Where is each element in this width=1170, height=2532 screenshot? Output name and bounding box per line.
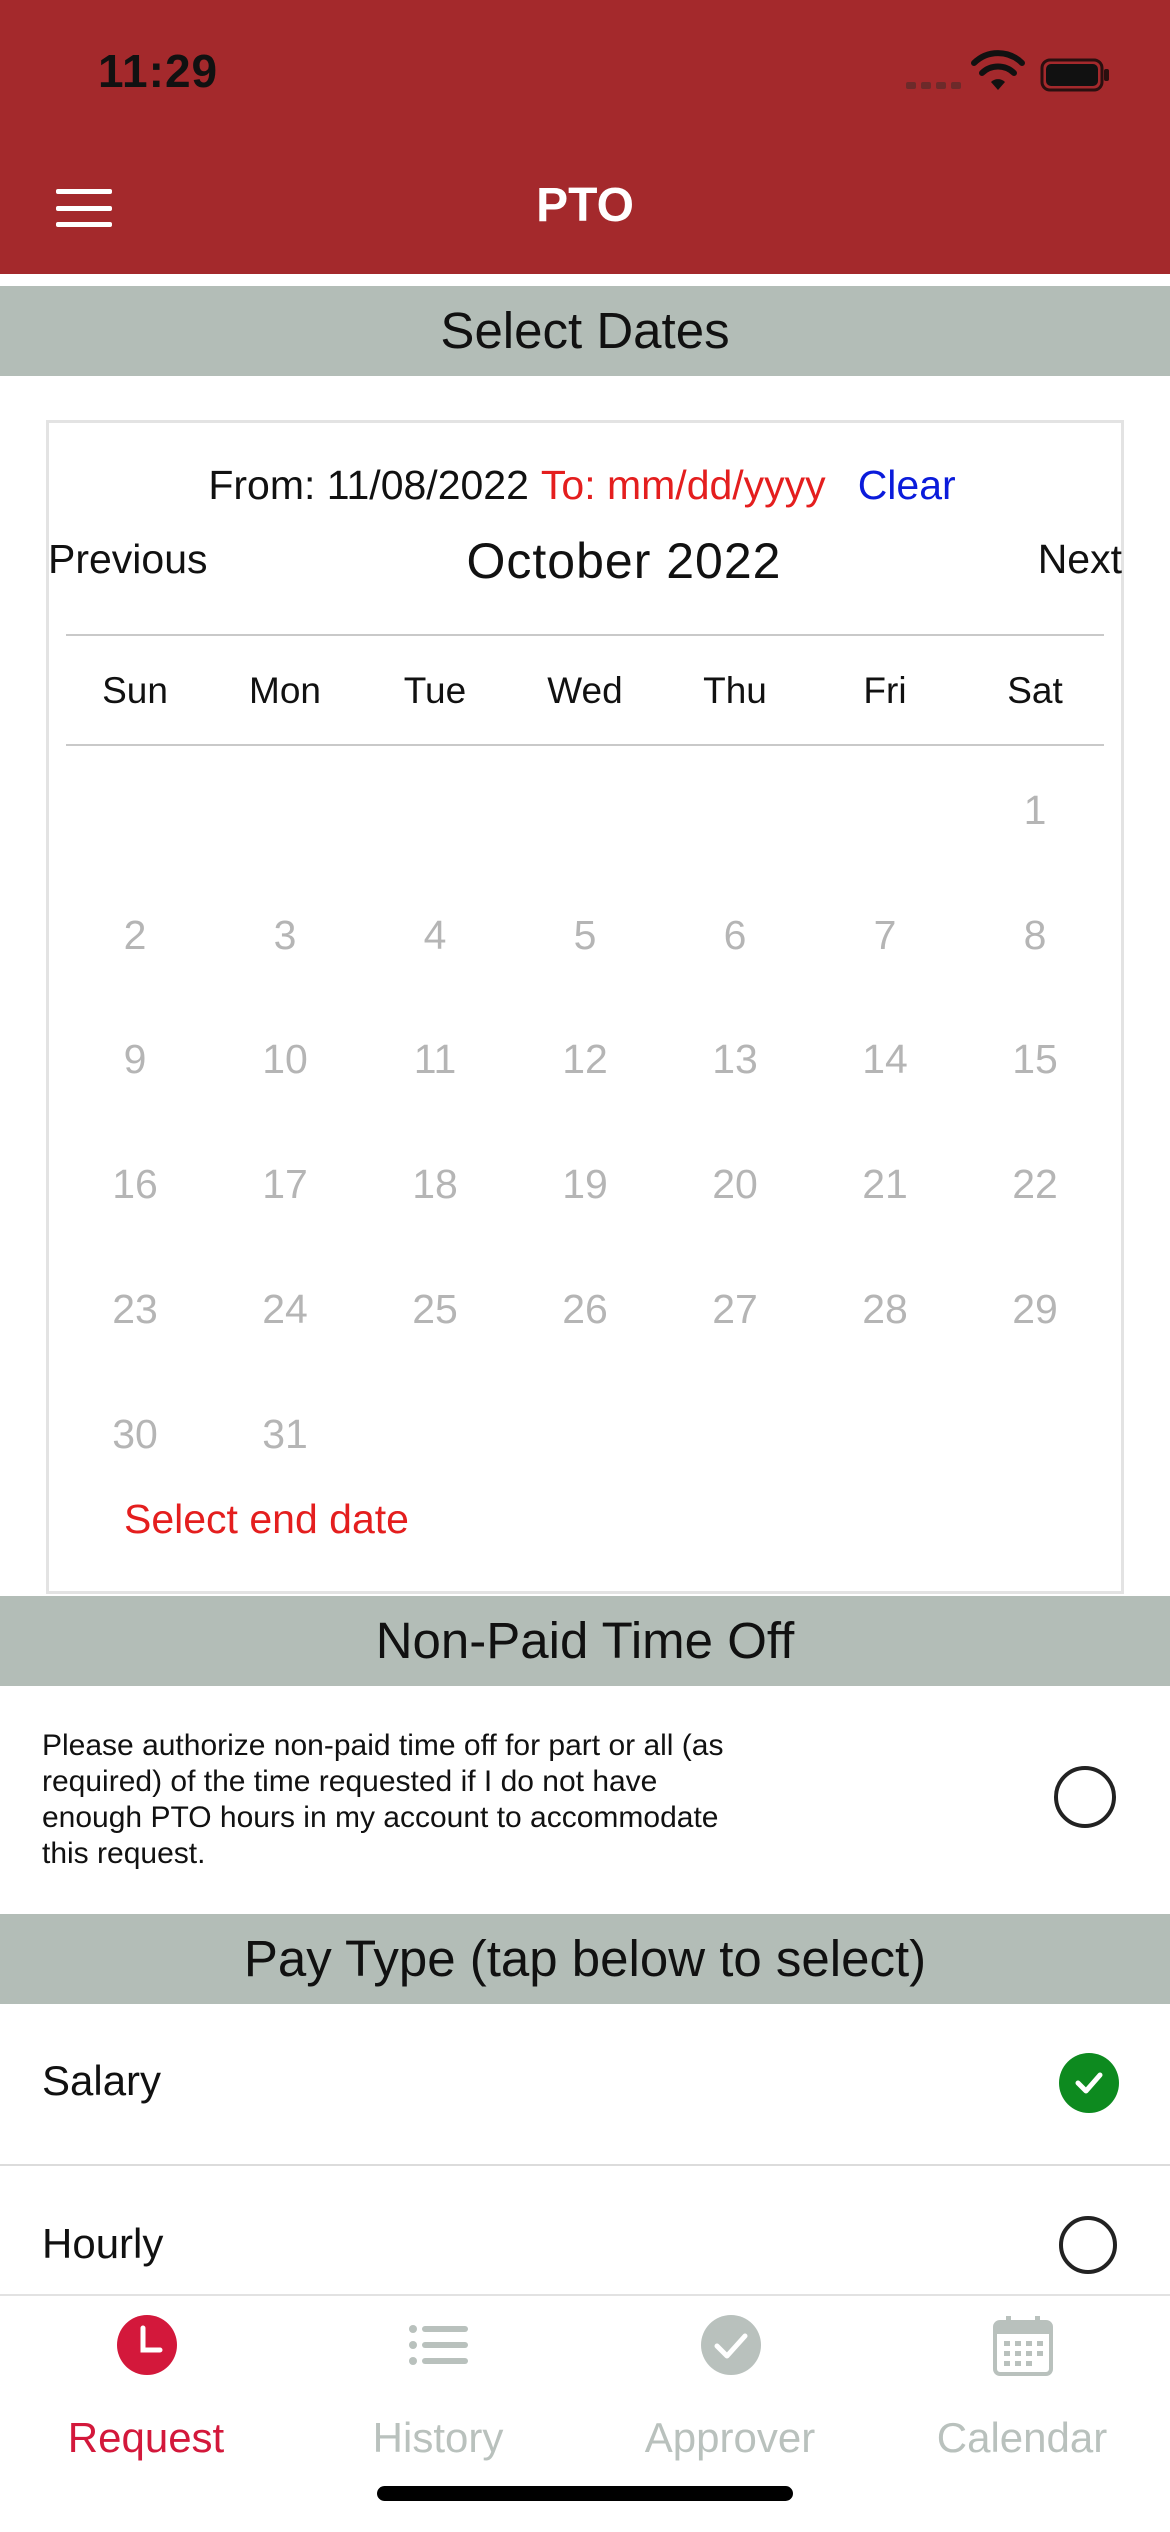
day-cell[interactable]: 16 bbox=[60, 1156, 210, 1212]
page-title: PTO bbox=[536, 179, 634, 232]
day-cell[interactable]: 15 bbox=[960, 1031, 1110, 1087]
weekday-label: Thu bbox=[703, 670, 767, 711]
day-cell bbox=[660, 1406, 810, 1462]
day-cell[interactable]: 14 bbox=[810, 1031, 960, 1087]
day-cell bbox=[960, 1406, 1110, 1462]
day-cell[interactable]: 3 bbox=[210, 907, 360, 963]
clear-button[interactable]: Clear bbox=[858, 462, 956, 508]
day-cell bbox=[810, 782, 960, 838]
calendar-week: 30 31 bbox=[60, 1406, 1110, 1462]
non-paid-authorization-text: Please authorize non-paid time off for p… bbox=[42, 1729, 724, 1870]
cellular-signal-icon bbox=[906, 82, 961, 89]
tab-approver[interactable]: Approver bbox=[584, 2296, 876, 2516]
day-cell[interactable]: 25 bbox=[360, 1281, 510, 1337]
tab-history[interactable]: History bbox=[292, 2296, 584, 2516]
day-cell[interactable]: 2 bbox=[60, 907, 210, 963]
select-dates-header: Select Dates bbox=[0, 286, 1170, 376]
clock-icon bbox=[117, 2315, 177, 2375]
tab-label: Calendar bbox=[936, 2414, 1108, 2461]
month-title: October 2022 bbox=[466, 533, 782, 589]
day-cell[interactable]: 11 bbox=[360, 1031, 510, 1087]
weekday-header: Sun Mon Tue Wed Thu Fri Sat bbox=[60, 670, 1110, 712]
day-cell[interactable]: 9 bbox=[60, 1031, 210, 1087]
tab-label: Request bbox=[67, 2414, 225, 2461]
day-cell[interactable]: 1 bbox=[960, 782, 1110, 838]
day-cell[interactable]: 5 bbox=[510, 907, 660, 963]
day-cell[interactable]: 18 bbox=[360, 1156, 510, 1212]
tab-request[interactable]: Request bbox=[0, 2296, 292, 2516]
day-cell[interactable]: 28 bbox=[810, 1281, 960, 1337]
weekday-label: Wed bbox=[547, 670, 623, 711]
day-cell[interactable]: 12 bbox=[510, 1031, 660, 1087]
calendar-week: 9 10 11 12 13 14 15 bbox=[60, 1031, 1110, 1087]
weekday-label: Tue bbox=[403, 670, 467, 711]
wifi-icon bbox=[971, 50, 1025, 90]
hourly-radio[interactable] bbox=[1059, 2216, 1117, 2274]
top-bar: 11:29 PTO bbox=[0, 0, 1170, 274]
day-cell[interactable]: 20 bbox=[660, 1156, 810, 1212]
day-cell[interactable]: 24 bbox=[210, 1281, 360, 1337]
day-cell[interactable]: 10 bbox=[210, 1031, 360, 1087]
day-cell bbox=[510, 782, 660, 838]
day-cell[interactable]: 6 bbox=[660, 907, 810, 963]
weekday-label: Sun bbox=[102, 670, 168, 711]
pay-type-hourly-label[interactable]: Hourly bbox=[42, 2220, 163, 2268]
weekday-label: Sat bbox=[1007, 670, 1063, 711]
tab-label: Approver bbox=[644, 2414, 816, 2461]
day-cell[interactable]: 13 bbox=[660, 1031, 810, 1087]
calendar-week: 16 17 18 19 20 21 22 bbox=[60, 1156, 1110, 1212]
tab-calendar[interactable]: Calendar bbox=[876, 2296, 1168, 2516]
to-date: To: mm/dd/yyyy bbox=[540, 462, 826, 508]
checkmark-circle-icon bbox=[701, 2315, 761, 2375]
calendar-icon bbox=[993, 2316, 1053, 2376]
day-cell[interactable]: 7 bbox=[810, 907, 960, 963]
calendar-week: 1 bbox=[60, 782, 1110, 838]
day-cell[interactable]: 29 bbox=[960, 1281, 1110, 1337]
day-cell[interactable]: 30 bbox=[60, 1406, 210, 1462]
day-cell[interactable]: 21 bbox=[810, 1156, 960, 1212]
pay-type-header: Pay Type (tap below to select) bbox=[0, 1914, 1170, 2004]
status-time: 11:29 bbox=[98, 45, 219, 97]
day-cell[interactable]: 17 bbox=[210, 1156, 360, 1212]
calendar-week: 2 3 4 5 6 7 8 bbox=[60, 907, 1110, 963]
calendar-week: 23 24 25 26 27 28 29 bbox=[60, 1281, 1110, 1337]
calendar-divider bbox=[66, 744, 1104, 746]
non-paid-authorize-radio[interactable] bbox=[1054, 1766, 1116, 1828]
battery-icon bbox=[1040, 58, 1109, 92]
day-cell bbox=[210, 782, 360, 838]
weekday-label: Fri bbox=[863, 670, 907, 711]
day-cell[interactable]: 27 bbox=[660, 1281, 810, 1337]
day-cell bbox=[810, 1406, 960, 1462]
day-cell[interactable]: 19 bbox=[510, 1156, 660, 1212]
salary-selected-check-icon[interactable] bbox=[1059, 2053, 1119, 2113]
select-end-date-hint: Select end date bbox=[124, 1496, 409, 1542]
next-month-button[interactable]: Next bbox=[1038, 536, 1122, 583]
from-date: From: 11/08/2022 bbox=[208, 462, 529, 508]
calendar-divider bbox=[66, 634, 1104, 636]
pay-type-salary-label[interactable]: Salary bbox=[42, 2057, 161, 2105]
day-cell[interactable]: 23 bbox=[60, 1281, 210, 1337]
day-cell[interactable]: 8 bbox=[960, 907, 1110, 963]
day-cell[interactable]: 31 bbox=[210, 1406, 360, 1462]
non-paid-time-off-header: Non-Paid Time Off bbox=[0, 1596, 1170, 1686]
day-cell bbox=[360, 1406, 510, 1462]
day-cell bbox=[660, 782, 810, 838]
home-indicator bbox=[377, 2486, 793, 2501]
day-cell[interactable]: 26 bbox=[510, 1281, 660, 1337]
weekday-label: Mon bbox=[249, 670, 321, 711]
list-icon bbox=[409, 2325, 468, 2365]
day-cell bbox=[510, 1406, 660, 1462]
pay-type-separator bbox=[0, 2164, 1170, 2166]
day-cell bbox=[360, 782, 510, 838]
day-cell bbox=[60, 782, 210, 838]
tab-label: History bbox=[372, 2414, 504, 2461]
day-cell[interactable]: 4 bbox=[360, 907, 510, 963]
date-range-row: From: 11/08/2022 To: mm/dd/yyyy Clear bbox=[46, 462, 1118, 509]
day-cell[interactable]: 22 bbox=[960, 1156, 1110, 1212]
